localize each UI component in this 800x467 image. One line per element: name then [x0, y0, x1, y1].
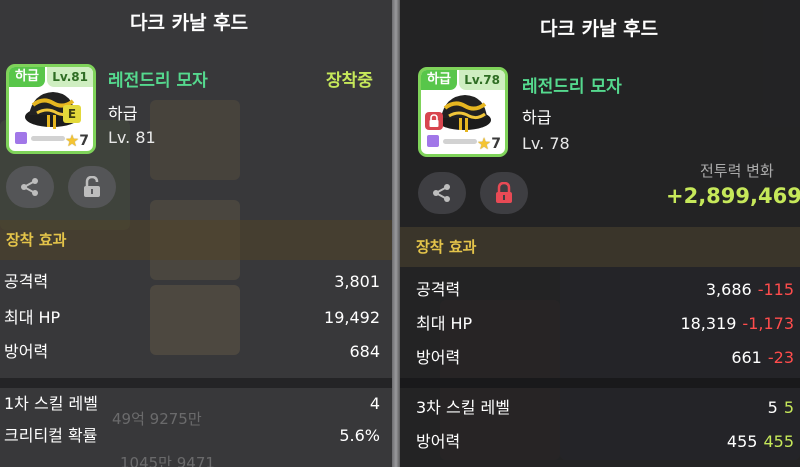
- item-name: 레전드리 모자: [522, 77, 622, 97]
- share-button[interactable]: [6, 166, 54, 208]
- star-count: 7: [79, 133, 89, 149]
- background-text: 1045만 9471: [120, 454, 215, 467]
- stat-value-group: 55: [768, 392, 794, 424]
- stat-diff: -1,173: [742, 314, 794, 333]
- item-title: 다크 카날 후드: [540, 18, 659, 40]
- stat-diff: 5: [783, 398, 794, 417]
- item-icon-box: 하급 Lv.78 ★ 7: [418, 67, 508, 157]
- grade-tag: 하급: [9, 67, 45, 87]
- equipped-item-panel: 다크 카날 후드 하급 Lv.81 E ★ 7 레전드리 모자 하급 Lv. 8…: [0, 0, 392, 467]
- durability-bar: [443, 139, 477, 144]
- share-button[interactable]: [418, 172, 466, 214]
- star-rating: ★ 7: [476, 134, 501, 153]
- stat-value: 661: [731, 348, 762, 367]
- level-tag: Lv.81: [47, 67, 93, 87]
- lock-icon: [496, 182, 512, 203]
- stat-value: 18,319: [680, 314, 737, 333]
- lock-icon: [425, 112, 443, 130]
- lock-toggle-button[interactable]: [480, 172, 528, 214]
- star-rating: ★ 7: [64, 131, 89, 150]
- stat-row: 3차 스킬 레벨 55: [400, 392, 794, 424]
- stat-row: 공격력 3,686 -115: [400, 274, 794, 306]
- stat-label: 공격력: [4, 272, 49, 291]
- stat-value: 19,492: [324, 308, 380, 327]
- section-separator: [0, 378, 392, 388]
- unlock-icon: [84, 176, 100, 197]
- item-name: 레전드리 모자: [108, 71, 208, 91]
- item-level: Lv. 81: [108, 128, 156, 147]
- stat-value: 5: [767, 398, 778, 417]
- stat-row: 공격력 3,801: [0, 266, 380, 298]
- item-icon-box: 하급 Lv.81 E ★ 7: [6, 64, 96, 154]
- enhance-badge: E: [63, 105, 81, 123]
- power-change-value: +2,899,469: [666, 184, 800, 208]
- lock-toggle-button[interactable]: [68, 166, 116, 208]
- share-icon: [21, 178, 38, 196]
- hat-icon: [437, 95, 491, 132]
- stat-diff: -23: [767, 348, 794, 367]
- rarity-square: [15, 132, 27, 144]
- stat-value: 3,801: [334, 272, 380, 291]
- stat-value-group: 3,686 -115: [706, 274, 794, 306]
- equipped-status: 장착중: [326, 71, 373, 91]
- star-count: 7: [491, 136, 501, 152]
- stat-value-group: 661 -23: [731, 342, 794, 374]
- stat-value: 4: [369, 394, 380, 413]
- stat-value: 3,686: [705, 280, 752, 299]
- stat-diff: 455: [763, 432, 794, 451]
- equip-effect-header: 장착 효과: [400, 227, 800, 267]
- stat-label: 방어력: [416, 348, 461, 367]
- stat-value-group: 18,319 -1,173: [680, 308, 794, 340]
- level-tag: Lv.78: [459, 70, 505, 90]
- stat-label: 공격력: [416, 280, 461, 299]
- compare-item-panel: 다크 카날 후드 하급 Lv.78 ★ 7 레전드리 모자 하급 Lv. 78 …: [400, 0, 800, 467]
- stat-value: 5.6%: [339, 426, 380, 445]
- stat-row: 최대 HP 19,492: [0, 302, 380, 334]
- background-text: 49억 9275만: [112, 410, 202, 428]
- panel-divider: [392, 0, 400, 467]
- stat-row: 최대 HP 18,319 -1,173: [400, 308, 794, 340]
- stat-label: 1차 스킬 레벨: [4, 394, 98, 413]
- stat-label: 크리티컬 확률: [4, 426, 98, 445]
- power-change-label: 전투력 변화: [700, 162, 774, 180]
- stat-row: 방어력 684: [0, 336, 380, 368]
- stat-diff: -115: [757, 280, 794, 299]
- stat-row: 방어력 661 -23: [400, 342, 794, 374]
- item-grade: 하급: [522, 108, 552, 127]
- rarity-square: [427, 135, 439, 147]
- stat-value: 455: [726, 432, 758, 451]
- stat-label: 최대 HP: [4, 308, 61, 327]
- section-separator: [400, 378, 800, 388]
- item-grade: 하급: [108, 104, 138, 123]
- stat-row: 방어력 455 455: [400, 426, 794, 458]
- stat-value: 684: [349, 342, 380, 361]
- equip-effect-header: 장착 효과: [0, 220, 392, 260]
- stat-label: 방어력: [416, 432, 461, 451]
- stat-label: 최대 HP: [416, 314, 473, 333]
- share-icon: [433, 184, 450, 202]
- grade-tag: 하급: [421, 70, 457, 90]
- star-icon: ★: [64, 131, 80, 150]
- stat-label: 3차 스킬 레벨: [416, 398, 510, 417]
- durability-bar: [31, 136, 65, 141]
- star-icon: ★: [476, 134, 492, 153]
- stat-label: 방어력: [4, 342, 49, 361]
- item-title: 다크 카날 후드: [130, 12, 249, 34]
- item-level: Lv. 78: [522, 134, 570, 153]
- stat-value-group: 455 455: [727, 426, 794, 458]
